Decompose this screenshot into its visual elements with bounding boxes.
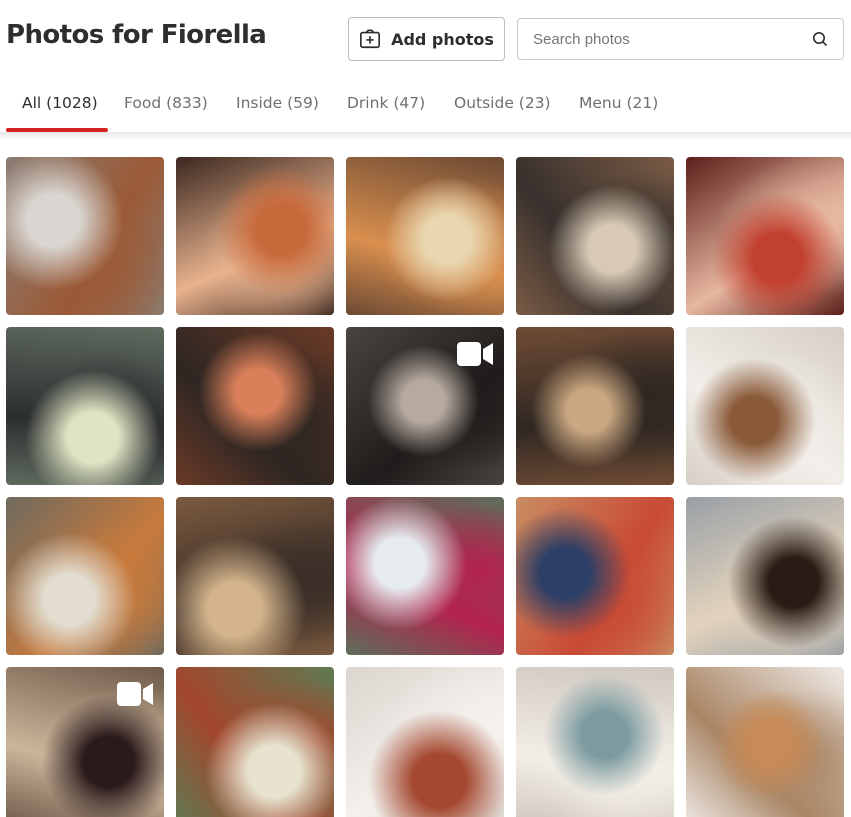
photo-thumbnail-food[interactable] — [346, 157, 504, 315]
photo-thumbnail-inside[interactable] — [346, 327, 504, 485]
photo-thumbnail-drink[interactable] — [6, 667, 164, 817]
photo-thumbnail-food[interactable] — [686, 327, 844, 485]
photo-thumbnail-outside[interactable] — [516, 497, 674, 655]
video-camera-icon — [457, 342, 493, 366]
photo-thumbnail-food[interactable] — [516, 667, 674, 817]
photo-thumbnail-inside[interactable] — [686, 157, 844, 315]
photo-thumbnail-inside[interactable] — [516, 157, 674, 315]
photo-thumbnail-food[interactable] — [6, 157, 164, 315]
active-tab-indicator — [6, 128, 108, 132]
photo-thumbnail-drink[interactable] — [346, 497, 504, 655]
photo-thumbnail-drink[interactable] — [686, 497, 844, 655]
video-camera-icon — [117, 682, 153, 706]
photo-thumbnail-drink[interactable] — [176, 667, 334, 817]
photo-thumbnail-food[interactable] — [346, 667, 504, 817]
photo-thumbnail-drink[interactable] — [6, 497, 164, 655]
photo-thumbnail-inside[interactable] — [516, 327, 674, 485]
photo-thumbnail-drink[interactable] — [6, 327, 164, 485]
photo-thumbnail-inside[interactable] — [176, 157, 334, 315]
photo-thumbnail-inside[interactable] — [176, 327, 334, 485]
photo-thumbnail-food[interactable] — [686, 667, 844, 817]
photo-thumbnail-inside[interactable] — [176, 497, 334, 655]
photo-grid — [0, 0, 851, 817]
